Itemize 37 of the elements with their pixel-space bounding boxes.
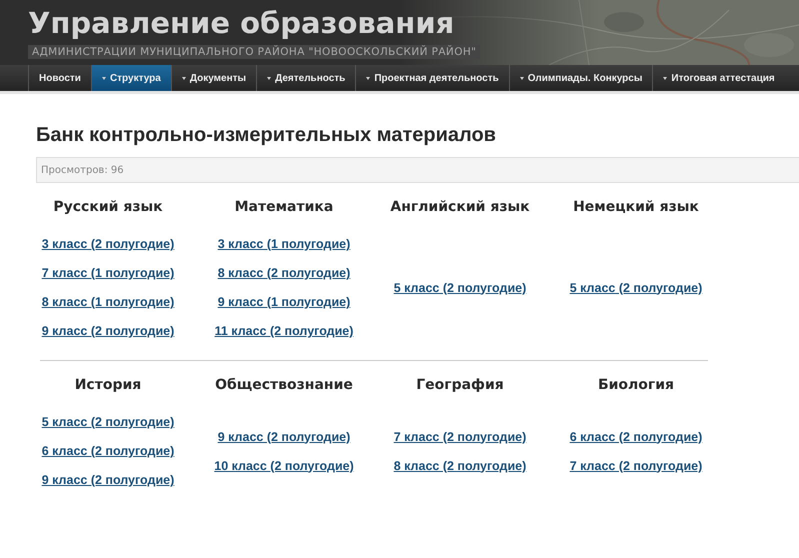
class-link[interactable]: 6 класс (2 полугодие) xyxy=(42,444,174,458)
subject-heading: Биология xyxy=(596,376,676,395)
class-link[interactable]: 9 класс (2 полугодие) xyxy=(42,473,174,487)
class-link[interactable]: 3 класс (2 полугодие) xyxy=(42,237,174,251)
nav-item[interactable]: Итоговая аттестация xyxy=(652,65,785,91)
subject-heading: Немецкий язык xyxy=(572,198,700,217)
nav-item[interactable]: Структура xyxy=(90,65,171,91)
class-link[interactable]: 9 класс (2 полугодие) xyxy=(42,324,174,338)
class-link[interactable]: 9 класс (2 полугодие) xyxy=(218,430,350,444)
class-link[interactable]: 9 класс (1 полугодие) xyxy=(218,295,350,309)
view-count: Просмотров: 96 xyxy=(41,164,124,176)
nav-item[interactable]: Проектная деятельность xyxy=(355,65,509,91)
subject-heading: Русский язык xyxy=(52,198,164,217)
class-link[interactable]: 7 класс (2 полугодие) xyxy=(570,458,702,472)
nav-item[interactable]: Олимпиады. Конкурсы xyxy=(508,65,652,91)
subject-heading: Обществознание xyxy=(214,376,354,395)
class-link[interactable]: 6 класс (2 полугодие) xyxy=(570,430,702,444)
class-link[interactable]: 5 класс (2 полугодие) xyxy=(394,280,526,294)
class-link[interactable]: 8 класс (1 полугодие) xyxy=(42,295,174,309)
class-link[interactable]: 3 класс (1 полугодие) xyxy=(218,237,350,251)
subject-heading: Математика xyxy=(234,198,334,217)
class-link[interactable]: 7 класс (1 полугодие) xyxy=(42,266,174,280)
nav-item[interactable]: Деятельность xyxy=(256,65,356,91)
subject-heading: История xyxy=(74,376,142,395)
class-link[interactable]: 7 класс (2 полугодие) xyxy=(394,430,526,444)
nav-item[interactable]: Документы xyxy=(170,65,256,91)
class-link[interactable]: 11 класс (2 полугодие) xyxy=(214,324,354,338)
class-link[interactable]: 8 класс (2 полугодие) xyxy=(394,458,526,472)
site-title: Управление образования xyxy=(28,6,454,40)
class-link[interactable]: 5 класс (2 полугодие) xyxy=(42,415,174,429)
class-link[interactable]: 10 класс (2 полугодие) xyxy=(214,458,354,472)
subject-heading: Английский язык xyxy=(389,198,531,217)
subject-heading: География xyxy=(415,376,505,395)
page-title: Банк контрольно-измерительных материалов xyxy=(36,124,497,147)
class-link[interactable]: 8 класс (2 полугодие) xyxy=(218,266,350,280)
site-subtitle: АДМИНИСТРАЦИИ МУНИЦИПАЛЬНОГО РАЙОНА "НОВООСКОЛЬСКИЙ РАЙОН" xyxy=(28,45,480,59)
class-link[interactable]: 5 класс (2 полугодие) xyxy=(570,280,702,294)
